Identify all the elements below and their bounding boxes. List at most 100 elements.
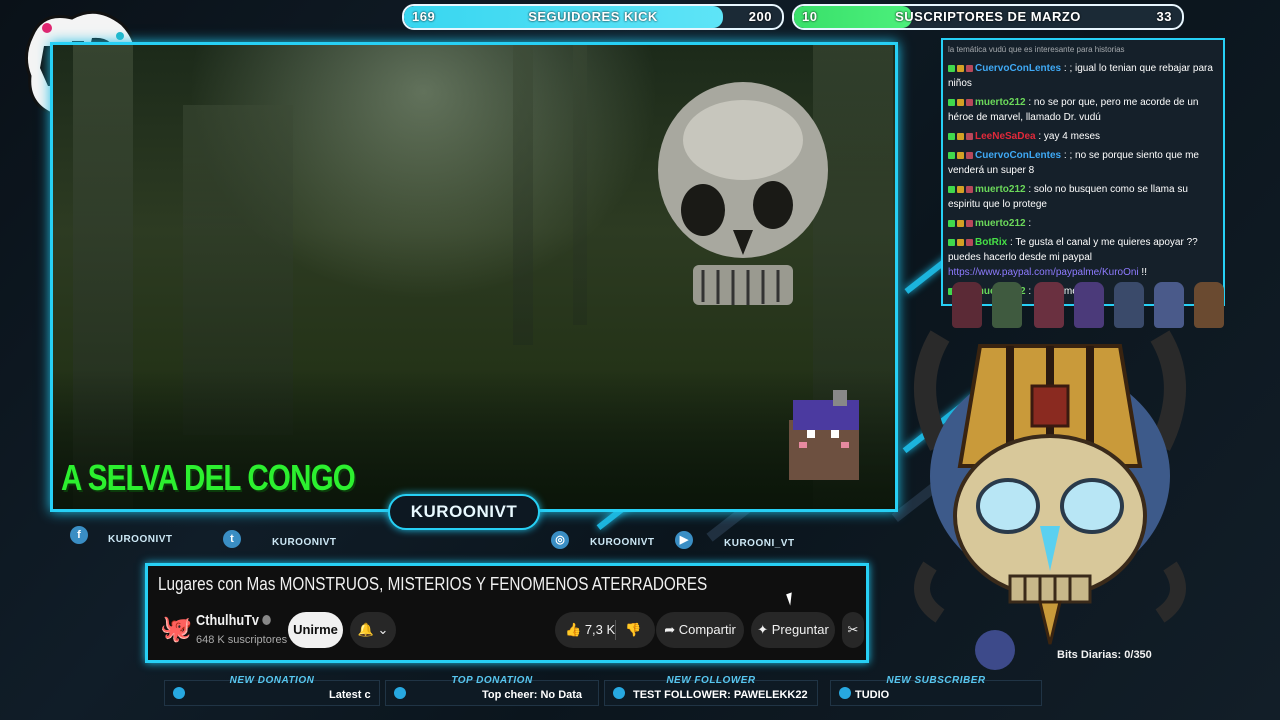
chat-badge-icon [957,98,964,106]
youtube-video-info-panel: Lugares con Mas MONSTRUOS, MISTERIOS Y F… [145,563,869,663]
chat-username[interactable]: muerto212 [975,97,1026,108]
chat-text: la temática vudú que es interesante para… [948,45,1125,54]
like-button[interactable]: 👍 7,3 K [565,612,615,648]
alert-label: NEW DONATION [229,675,315,686]
chat-badge-icon [957,238,964,246]
channel-name-text: CthulhuTv [196,612,260,629]
thumbs-down-icon: 👎 [625,622,642,637]
chat-badge-icon [957,151,964,159]
vtuber-skull-avatar [900,326,1200,646]
subscribers-target: 33 [1156,9,1172,24]
dislike-button[interactable]: 👎 [625,612,641,648]
chat-message: CuervoConLentes : ; no se porque siento … [943,146,1223,180]
chat-message: la temática vudú que es interesante para… [943,40,1223,59]
verified-icon [262,615,271,625]
new-subscriber-alert: NEW SUBSCRIBER TUDIO [830,675,1042,706]
chat-badge-icon [948,151,955,159]
chat-message: muerto212 : [943,214,1223,233]
alert-value: TUDIO [855,689,890,701]
ask-label: Preguntar [771,622,829,637]
chat-badge-icon [957,64,964,72]
share-label: Compartir [678,622,736,637]
top-donation-alert: TOP DONATION Top cheer: No Data [385,675,599,706]
chat-username[interactable]: muerto212 [975,218,1026,229]
youtube-channel-name[interactable]: CthulhuTv [196,612,271,629]
video-title-overlay: A SELVA DEL CONGO [61,457,356,498]
chat-link[interactable]: https://www.paypal.com/paypalme/KuroOni [948,267,1139,278]
subscribers-goal-label: SUSCRIPTORES DE MARZO [895,9,1081,24]
chat-badge-icon [966,132,973,140]
chat-badge-icon [957,132,964,140]
alert-value: Top cheer: No Data [482,689,583,701]
chat-message-list[interactable]: la temática vudú que es interesante para… [943,40,1223,304]
chat-badge-icon [966,64,973,72]
chat-username[interactable]: CuervoConLentes [975,150,1061,161]
scissors-icon: ✂ [847,622,859,637]
skull-avatar-graphic [914,330,1186,645]
pixel-cat-sprite [789,390,859,480]
chatter-sprite [1074,282,1104,328]
donation-icon [173,687,185,699]
chat-username[interactable]: LeeNeSaDea [975,131,1036,142]
star-icon [839,687,851,699]
channel-name-plate: KUROONIVT [388,494,540,530]
money-bag-icon [394,687,406,699]
chat-message: LeeNeSaDea : yay 4 meses [943,127,1223,146]
chat-badge-icon [966,185,973,193]
chat-badge-icon [948,185,955,193]
chat-username[interactable]: BotRix [975,237,1007,248]
facebook-icon: f [70,526,88,544]
alert-label: NEW SUBSCRIBER [886,675,986,686]
bits-label: Bits Diarias: [1057,649,1122,661]
chat-username[interactable]: muerto212 [975,184,1026,195]
chat-message: muerto212 : solo no busquen como se llam… [943,180,1223,214]
bell-icon: 🔔 [357,622,374,637]
ask-button[interactable]: ✦ Preguntar [751,612,835,648]
divider [615,620,616,640]
scene-tree [513,45,533,345]
stream-chat[interactable]: la temática vudú que es interesante para… [941,38,1225,306]
channel-avatar-icon[interactable]: 🐙 [160,610,192,646]
new-follower-alert: NEW FOLLOWER TEST FOLLOWER: PAWELEKK22 [604,675,818,706]
followers-goal-bar: 169 SEGUIDORES KICK 200 [402,4,784,30]
thumbs-up-icon: 👍 [565,622,582,637]
youtube-handle: KUROONI_VT [724,538,795,549]
chatter-sprite [992,282,1022,328]
chat-badge-icon [957,219,964,227]
like-count: 7,3 K [584,622,616,637]
daily-bits-counter: Bits Diarias: 0/350 [1057,649,1152,661]
instagram-handle: KUROONIVT [590,537,655,548]
notifications-bell-button[interactable]: 🔔 ⌄ [350,612,396,648]
chat-message: BotRix : Te gusta el canal y me quieres … [943,233,1223,282]
bits-value: 0/350 [1124,649,1152,661]
alert-value: TEST FOLLOWER: PAWELEKK22 [633,689,808,701]
chat-badge-icon [957,185,964,193]
chatter-sprite [1034,282,1064,328]
instagram-icon: ◎ [551,531,569,549]
chat-badge-icon [948,64,955,72]
subscriber-count: 648 K suscriptores [196,634,288,646]
share-button[interactable]: ➦ Compartir [656,612,744,648]
chatter-sprite [1114,282,1144,328]
chat-badge-icon [966,98,973,106]
youtube-video-title: Lugares con Mas MONSTRUOS, MISTERIOS Y F… [158,574,708,594]
chat-badge-icon [948,219,955,227]
user-icon [613,687,625,699]
followers-goal-label: SEGUIDORES KICK [528,9,658,24]
clip-button[interactable]: ✂ [842,612,864,648]
small-avatar-sprite [975,630,1015,670]
alert-label: TOP DONATION [451,675,533,686]
chat-username[interactable]: CuervoConLentes [975,63,1061,74]
chat-text: : yay 4 meses [1035,131,1101,142]
alert-value: Latest c [329,689,371,701]
youtube-icon: ▶ [675,531,693,549]
facebook-handle: KUROONIVT [108,534,173,545]
chatter-sprite [952,282,982,328]
like-dislike-group: 👍 7,3 K 👎 [555,612,655,648]
scene-tree [573,45,587,325]
chat-message: muerto212 : no se por que, pero me acord… [943,93,1223,127]
video-player[interactable]: A SELVA DEL CONGO [50,42,898,512]
chat-badge-icon [948,238,955,246]
chatter-sprite [1194,282,1224,328]
join-button[interactable]: Unirme [288,612,343,648]
